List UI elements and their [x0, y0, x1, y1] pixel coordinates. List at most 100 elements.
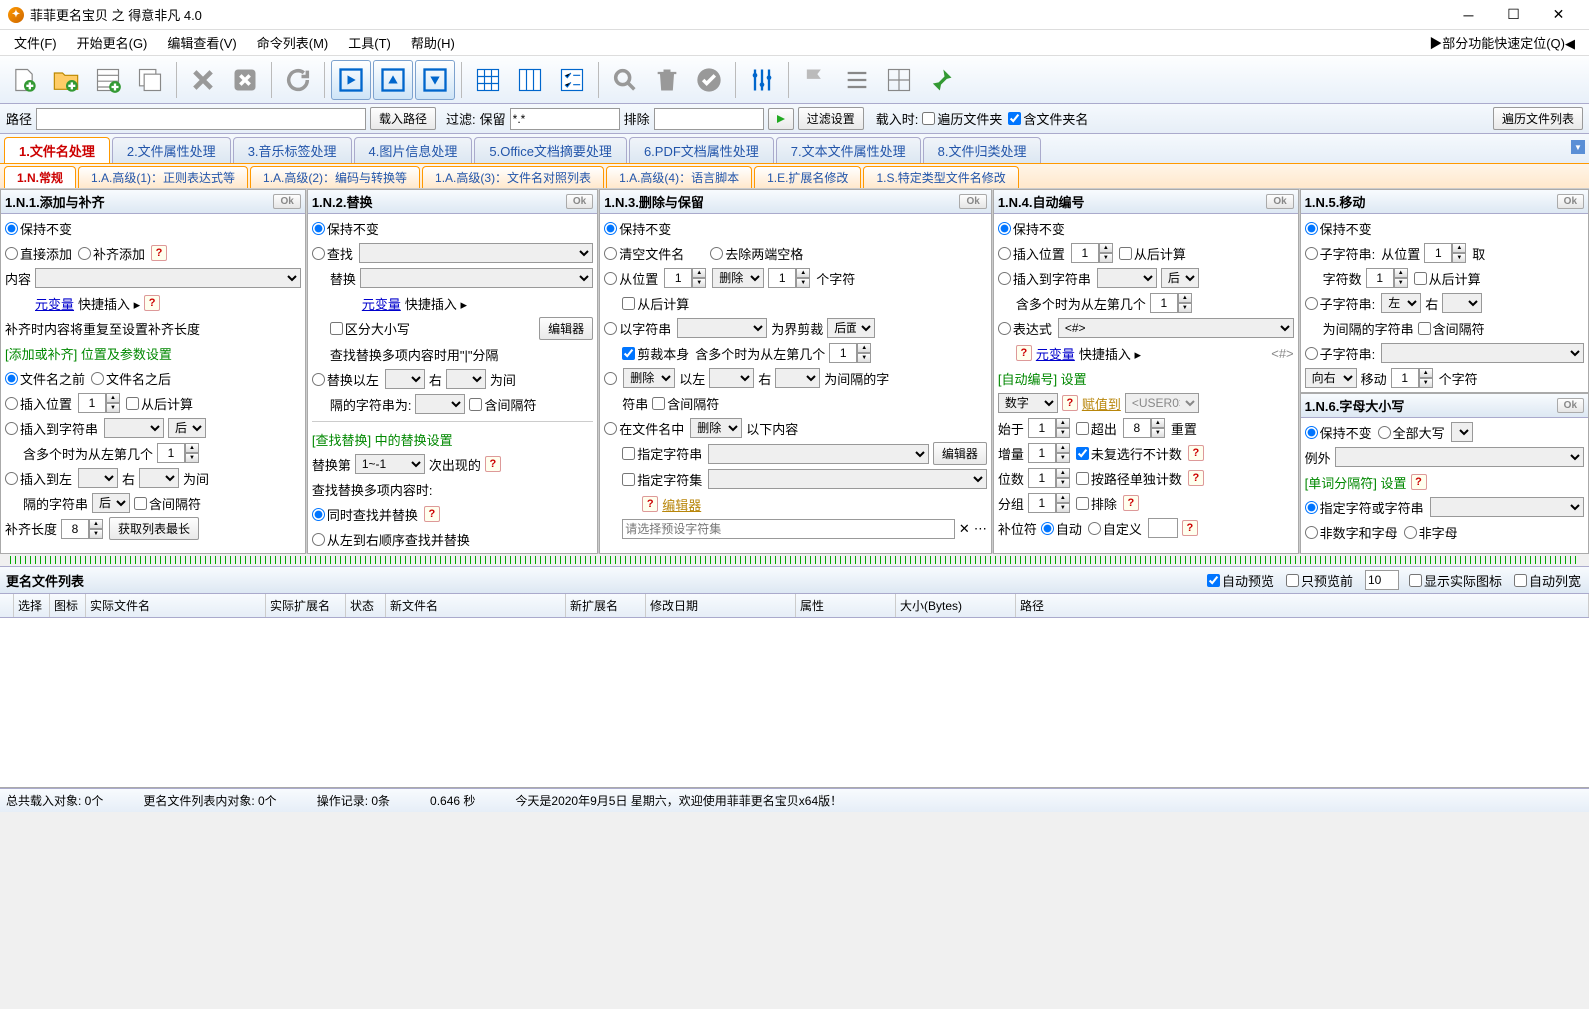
tab-office[interactable]: 5.Office文档摘要处理: [474, 137, 627, 163]
p4-group-spinner[interactable]: ▲▼: [1028, 493, 1072, 513]
tab-pdf[interactable]: 6.PDF文档属性处理: [629, 137, 774, 163]
p1-quick-insert[interactable]: 快捷插入 ▸: [78, 294, 140, 313]
subtab-ext[interactable]: 1.E.扩展名修改: [754, 166, 861, 188]
p2-replaceleft-radio[interactable]: 替换以左: [312, 370, 379, 389]
p5-includesep-check[interactable]: 含间隔符: [1418, 319, 1485, 338]
p3-frompos-radio[interactable]: 从位置: [604, 269, 658, 288]
minimize-button[interactable]: ─: [1446, 1, 1491, 29]
subtab-normal[interactable]: 1.N.常规: [4, 166, 76, 188]
p2-find-radio[interactable]: 查找: [312, 244, 353, 263]
menu-tools[interactable]: 工具(T): [338, 30, 401, 55]
panel3-ok[interactable]: Ok: [959, 194, 986, 209]
p2-right-combo[interactable]: [446, 369, 486, 389]
p2-left-combo[interactable]: [385, 369, 425, 389]
search-icon[interactable]: [605, 60, 645, 100]
sliders-icon[interactable]: [742, 60, 782, 100]
th-icon[interactable]: 图标: [50, 594, 86, 617]
p2-ltr-radio[interactable]: 从左到右顺序查找并替换: [312, 530, 470, 549]
p1-insertpos-spinner[interactable]: ▲▼: [78, 393, 122, 413]
panel4-ok[interactable]: Ok: [1266, 194, 1293, 209]
p3-fromend-check[interactable]: 从后计算: [622, 294, 689, 313]
p3-trimself-check[interactable]: 剪裁本身: [622, 344, 689, 363]
p4-user-combo[interactable]: <USER0>: [1125, 393, 1199, 413]
new-file-icon[interactable]: [4, 60, 44, 100]
p4-auto-radio[interactable]: 自动: [1041, 519, 1082, 538]
th-path[interactable]: 路径: [1016, 594, 1589, 617]
delete-box-icon[interactable]: [225, 60, 265, 100]
tabs-dropdown-icon[interactable]: ▼: [1571, 140, 1585, 154]
p6-keep-radio[interactable]: 保持不变: [1305, 423, 1372, 442]
p3-editor-button[interactable]: 编辑器: [933, 442, 987, 465]
p3-bystr-combo[interactable]: [677, 318, 767, 338]
list-lines-icon[interactable]: [837, 60, 877, 100]
p2-find-input[interactable]: [359, 243, 593, 263]
p5-l-combo[interactable]: 左: [1381, 293, 1421, 313]
p4-type-combo[interactable]: 数字: [998, 393, 1058, 413]
help-icon[interactable]: ?: [424, 506, 440, 522]
panel5-ok[interactable]: Ok: [1557, 194, 1584, 209]
p1-before-radio[interactable]: 文件名之前: [5, 369, 85, 388]
menu-file[interactable]: 文件(F): [4, 30, 67, 55]
p3-pos-spinner[interactable]: ▲▼: [664, 268, 708, 288]
p1-after-combo[interactable]: 后: [168, 418, 206, 438]
p1-after-radio[interactable]: 文件名之后: [91, 369, 171, 388]
p5-keep-radio[interactable]: 保持不变: [1305, 219, 1372, 238]
p4-exceed-check[interactable]: 超出: [1076, 419, 1117, 438]
include-folder-names-check[interactable]: 含文件夹名: [1008, 109, 1088, 128]
traverse-file-list-button[interactable]: 遍历文件列表: [1493, 107, 1583, 130]
menu-help[interactable]: 帮助(H): [401, 30, 465, 55]
panel6-ok[interactable]: Ok: [1557, 398, 1584, 413]
help-icon[interactable]: ?: [1188, 470, 1204, 486]
p3-speccharset-combo[interactable]: [708, 469, 987, 489]
autopreview-check[interactable]: 自动预览: [1207, 571, 1274, 590]
clear-icon[interactable]: ✕: [959, 521, 970, 537]
p1-meta-link[interactable]: 元变量: [35, 294, 74, 313]
p6-spec-combo[interactable]: [1430, 497, 1584, 517]
refresh-icon[interactable]: [278, 60, 318, 100]
p1-direct-add-radio[interactable]: 直接添加: [5, 244, 72, 263]
p3-includesep-check[interactable]: 含间隔符: [652, 394, 719, 413]
p3-editor-link[interactable]: 编辑器: [662, 495, 701, 514]
th-realname[interactable]: 实际文件名: [86, 594, 266, 617]
th-attr[interactable]: 属性: [796, 594, 896, 617]
help-icon[interactable]: ?: [1182, 520, 1198, 536]
p6-nonalnum-radio[interactable]: 非数字和字母: [1305, 523, 1398, 542]
p6-nonletter-radio[interactable]: 非字母: [1404, 523, 1458, 542]
p4-inc-spinner[interactable]: ▲▼: [1028, 443, 1072, 463]
panel2-ok[interactable]: Ok: [566, 194, 593, 209]
open-folder-icon[interactable]: [46, 60, 86, 100]
help-icon[interactable]: ?: [1188, 445, 1204, 461]
table-body[interactable]: [0, 618, 1589, 788]
tab-file-attr[interactable]: 2.文件属性处理: [112, 137, 231, 163]
p3-trim-radio[interactable]: 去除两端空格: [710, 244, 803, 263]
subtab-adv3[interactable]: 1.A.高级(3)：文件名对照列表: [422, 166, 604, 188]
p1-content-input[interactable]: [35, 268, 301, 288]
p1-right-combo[interactable]: [139, 468, 179, 488]
p2-replace-input[interactable]: [360, 268, 593, 288]
p4-pos-spinner[interactable]: ▲▼: [1071, 243, 1115, 263]
menu-command-list[interactable]: 命令列表(M): [247, 30, 339, 55]
th-realext[interactable]: 实际扩展名: [266, 594, 346, 617]
p3-del-combo[interactable]: 删除: [623, 368, 675, 388]
p3-specstr-combo[interactable]: [708, 444, 929, 464]
apply-filter-icon[interactable]: [768, 108, 794, 130]
close-button[interactable]: ✕: [1536, 1, 1581, 29]
p1-insertstr-radio[interactable]: 插入到字符串: [5, 419, 98, 438]
tab-music-tags[interactable]: 3.音乐标签处理: [233, 137, 352, 163]
p5-substr1-radio[interactable]: 子字符串:: [1305, 244, 1376, 263]
p1-insertleft-radio[interactable]: 插入到左: [5, 469, 72, 488]
p2-simul-radio[interactable]: 同时查找并替换: [312, 505, 418, 524]
p4-quick-insert[interactable]: 快捷插入 ▸: [1079, 344, 1141, 363]
maximize-button[interactable]: ☐: [1491, 1, 1536, 29]
p4-expr-combo[interactable]: <#>: [1058, 318, 1294, 338]
p4-custom-input[interactable]: [1148, 518, 1178, 538]
p4-custom-radio[interactable]: 自定义: [1088, 519, 1142, 538]
list-add-icon[interactable]: [88, 60, 128, 100]
table-columns-icon[interactable]: [510, 60, 550, 100]
trash-icon[interactable]: [647, 60, 687, 100]
help-icon[interactable]: ?: [144, 295, 160, 311]
th-select[interactable]: 选择: [14, 594, 50, 617]
th-handle[interactable]: [0, 594, 14, 617]
help-icon[interactable]: ?: [1411, 474, 1427, 490]
p3-r-combo[interactable]: [775, 368, 820, 388]
